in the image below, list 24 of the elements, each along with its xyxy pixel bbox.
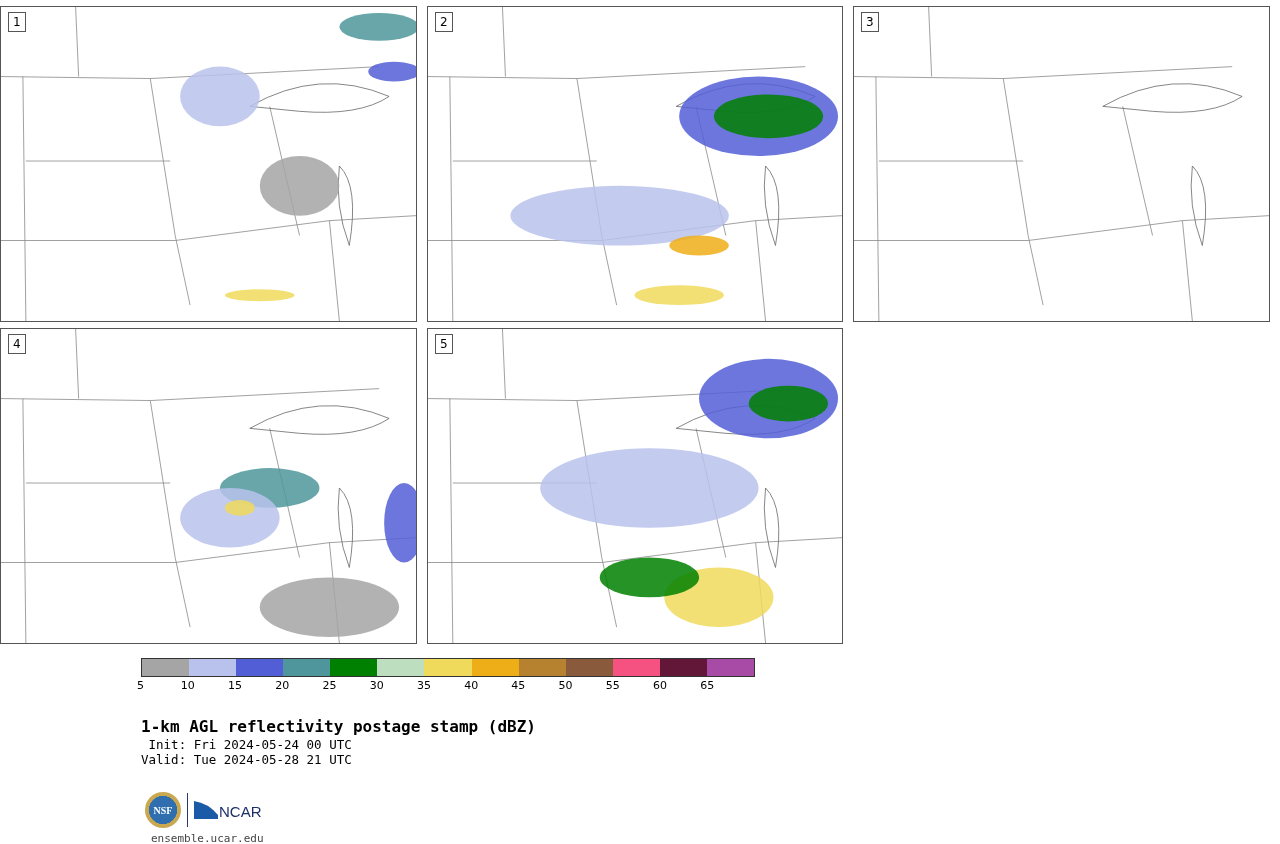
init-time: Init: Fri 2024-05-24 00 UTC	[147, 737, 353, 752]
tick-label: 25	[321, 679, 338, 692]
tick-label: 10	[179, 679, 196, 692]
chart-title: 1-km AGL reflectivity postage stamp (dBZ)	[141, 717, 537, 737]
tick-label: 20	[274, 679, 291, 692]
valid-time: Valid: Tue 2024-05-28 21 UTC	[141, 752, 353, 767]
tick-label: 15	[227, 679, 244, 692]
tick-label: 35	[415, 679, 432, 692]
site-url: ensemble.ucar.edu	[151, 831, 265, 844]
tick-label: 55	[604, 679, 621, 692]
tick-label: 40	[463, 679, 480, 692]
tick-label: 60	[652, 679, 668, 692]
tick-label: 5	[136, 679, 146, 692]
tick-label: 50	[557, 679, 574, 692]
tick-label: 30	[368, 679, 385, 692]
tick-label: 65	[699, 679, 716, 692]
panel-number: 3	[861, 12, 879, 32]
tick-label: 45	[510, 679, 527, 692]
ncar-logo: NCAR	[194, 801, 262, 819]
nsf-logo: NSF	[145, 792, 181, 828]
panel-number: 1	[8, 12, 26, 32]
panel-number: 2	[435, 12, 453, 32]
panel-number: 5	[435, 334, 453, 354]
panel-number: 4	[8, 334, 26, 354]
